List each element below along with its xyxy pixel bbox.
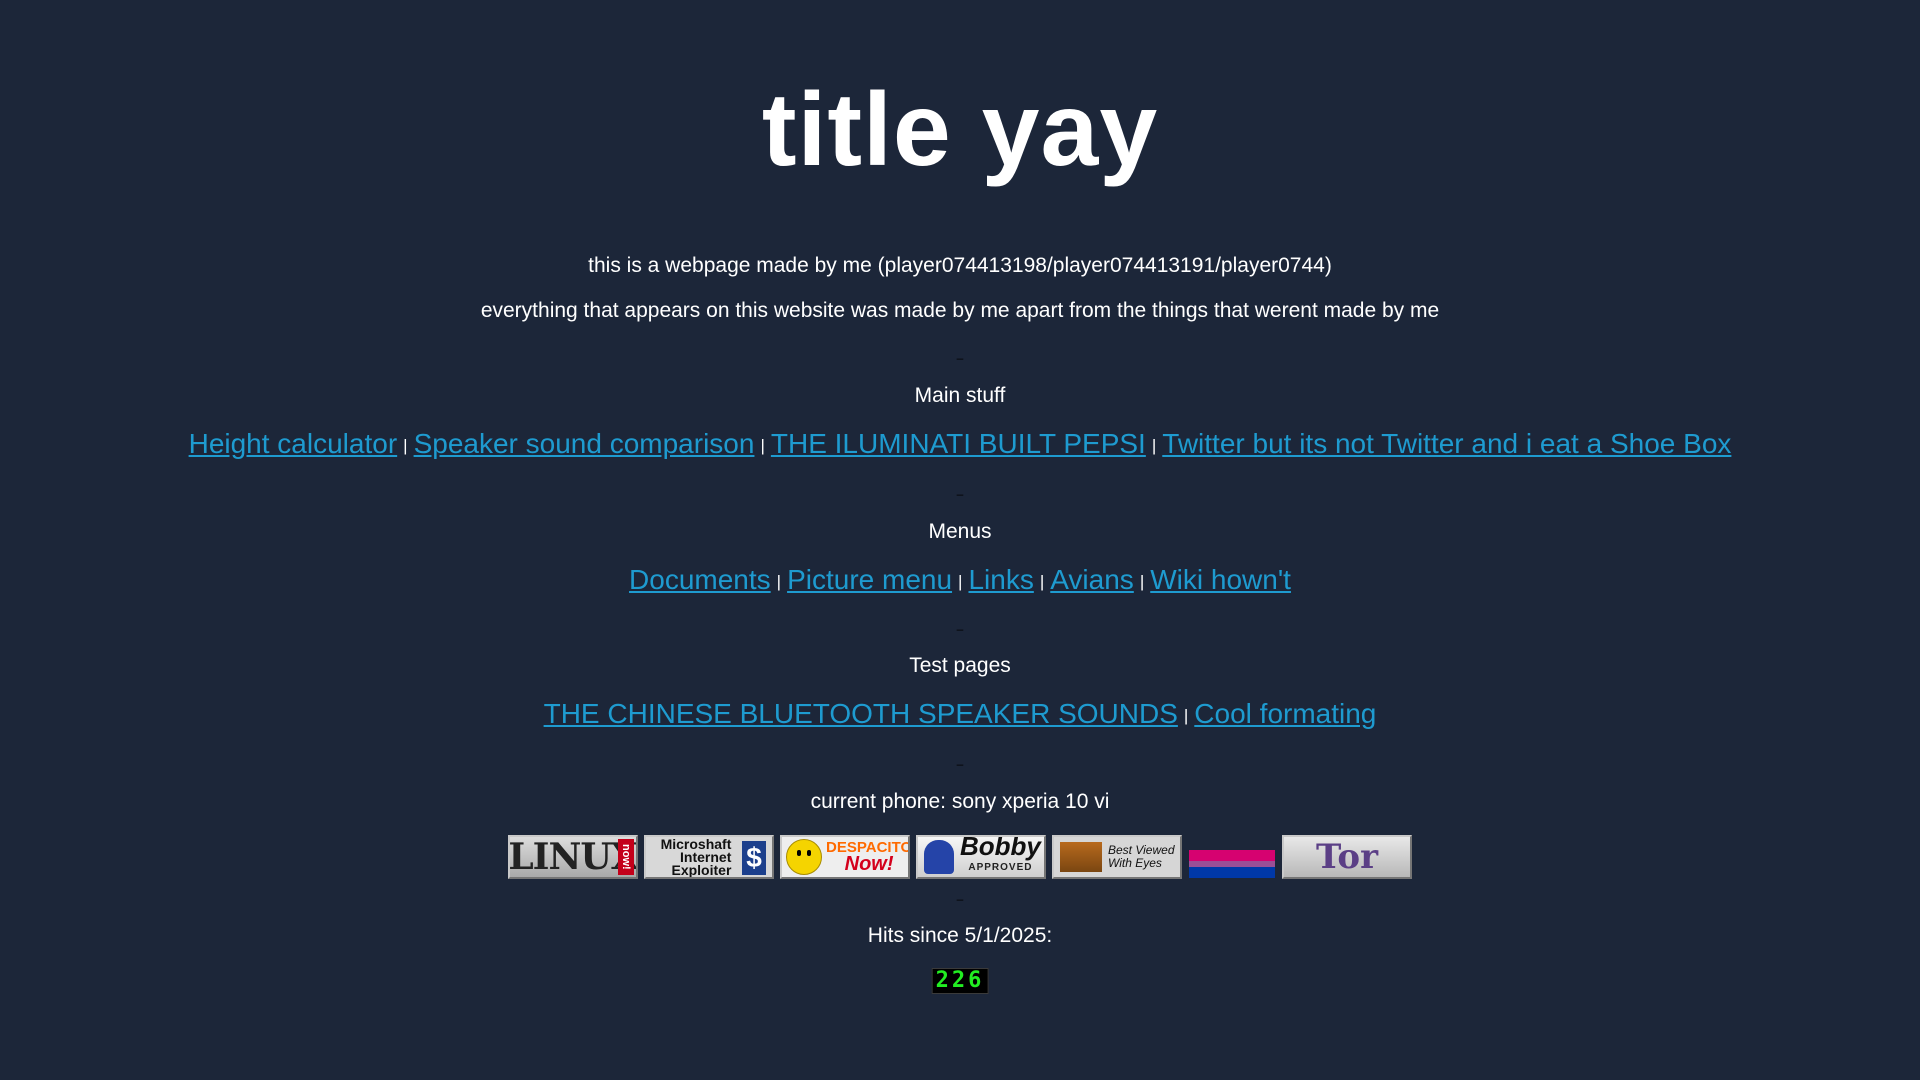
eyes-badge-text: Best Viewed With Eyes [1108,844,1175,870]
separator: – [956,622,964,636]
main-stuff-heading: Main stuff [914,384,1006,407]
hit-counter: 226 [931,968,989,994]
menus-links: Documents | Picture menu | Links | Avians | Wiki… [0,562,1920,600]
ie-badge-line-3: Exploiter [671,861,732,878]
link-chinese-bluetooth-speaker-sounds[interactable]: THE CHINESE BLUETOOTH SPEAKER SOUNDS [544,698,1178,729]
menus-heading: Menus [928,520,992,543]
dollar-icon: $ [742,841,766,875]
link-cool-formating[interactable]: Cool formating [1194,698,1376,729]
hits-label: Hits since 5/1/2025: [867,924,1053,947]
separator: – [956,892,964,906]
smiley-face-icon [786,839,822,875]
best-viewed-with-eyes-badge[interactable]: Best Viewed With Eyes [1052,835,1182,879]
separator: – [956,757,964,771]
link-height-calculator[interactable]: Height calculator [189,428,398,459]
bobby-police-icon [924,840,954,874]
linux-now-badge[interactable]: LINUX now! [508,835,638,879]
linux-badge-now: now! [618,839,634,875]
link-speaker-sound-comparison[interactable]: Speaker sound comparison [414,428,755,459]
link-divider: | [1151,435,1157,455]
separator: – [956,487,964,501]
link-documents[interactable]: Documents [629,564,771,595]
link-picture-menu[interactable]: Picture menu [787,564,952,595]
link-iluminati-built-pepsi[interactable]: THE ILUMINATI BUILT PEPSI [771,428,1146,459]
despacito-badge-line-2: Now! [844,853,894,875]
test-pages-links: THE CHINESE BLUETOOTH SPEAKER SOUNDS | Coo… [0,696,1920,734]
link-divider: | [1139,571,1145,591]
bobby-badge-sub: APPROVED [968,862,1033,873]
tor-badge[interactable]: Tor [1282,835,1412,879]
badge-row: LINUX now! Microshaft Internet Exploiter… [0,835,1920,881]
separator: – [956,351,964,365]
eyes-picture-icon [1060,842,1102,872]
despacito-badge-text: DESPACITO Now! [826,840,908,875]
link-twitter-shoe-box[interactable]: Twitter but its not Twitter and i eat a … [1162,428,1731,459]
bobby-badge-text: Bobby APPROVED [960,837,1041,877]
bi-flag-badge[interactable] [1188,849,1276,879]
link-wiki-hownt[interactable]: Wiki hown't [1150,564,1291,595]
despacito-now-badge[interactable]: DESPACITO Now! [780,835,910,879]
tor-badge-text: Tor [1316,837,1378,877]
current-phone: current phone: sony xperia 10 vi [810,790,1110,813]
eyes-badge-line-1: Best Viewed [1108,843,1175,857]
link-divider: | [1183,705,1189,725]
main-stuff-links: Height calculator | Speaker sound comparis… [0,426,1920,464]
test-pages-heading: Test pages [909,654,1011,677]
intro-line-2: everything that appears on this website … [480,299,1440,322]
page: title yay this is a webpage made by me (… [0,0,1920,1080]
page-title: title yay [761,72,1159,188]
link-links[interactable]: Links [968,564,1033,595]
link-divider: | [958,571,963,591]
link-divider: | [776,571,782,591]
bobby-approved-badge[interactable]: Bobby APPROVED [916,835,1046,879]
link-divider: | [403,435,408,455]
eyes-badge-line-2: With Eyes [1108,856,1162,870]
link-divider: | [1039,571,1045,591]
link-divider: | [760,435,765,455]
microshaft-internet-exploiter-badge[interactable]: Microshaft Internet Exploiter $ [644,835,774,879]
link-avians[interactable]: Avians [1050,564,1134,595]
intro-line-1: this is a webpage made by me (player0744… [588,254,1332,277]
